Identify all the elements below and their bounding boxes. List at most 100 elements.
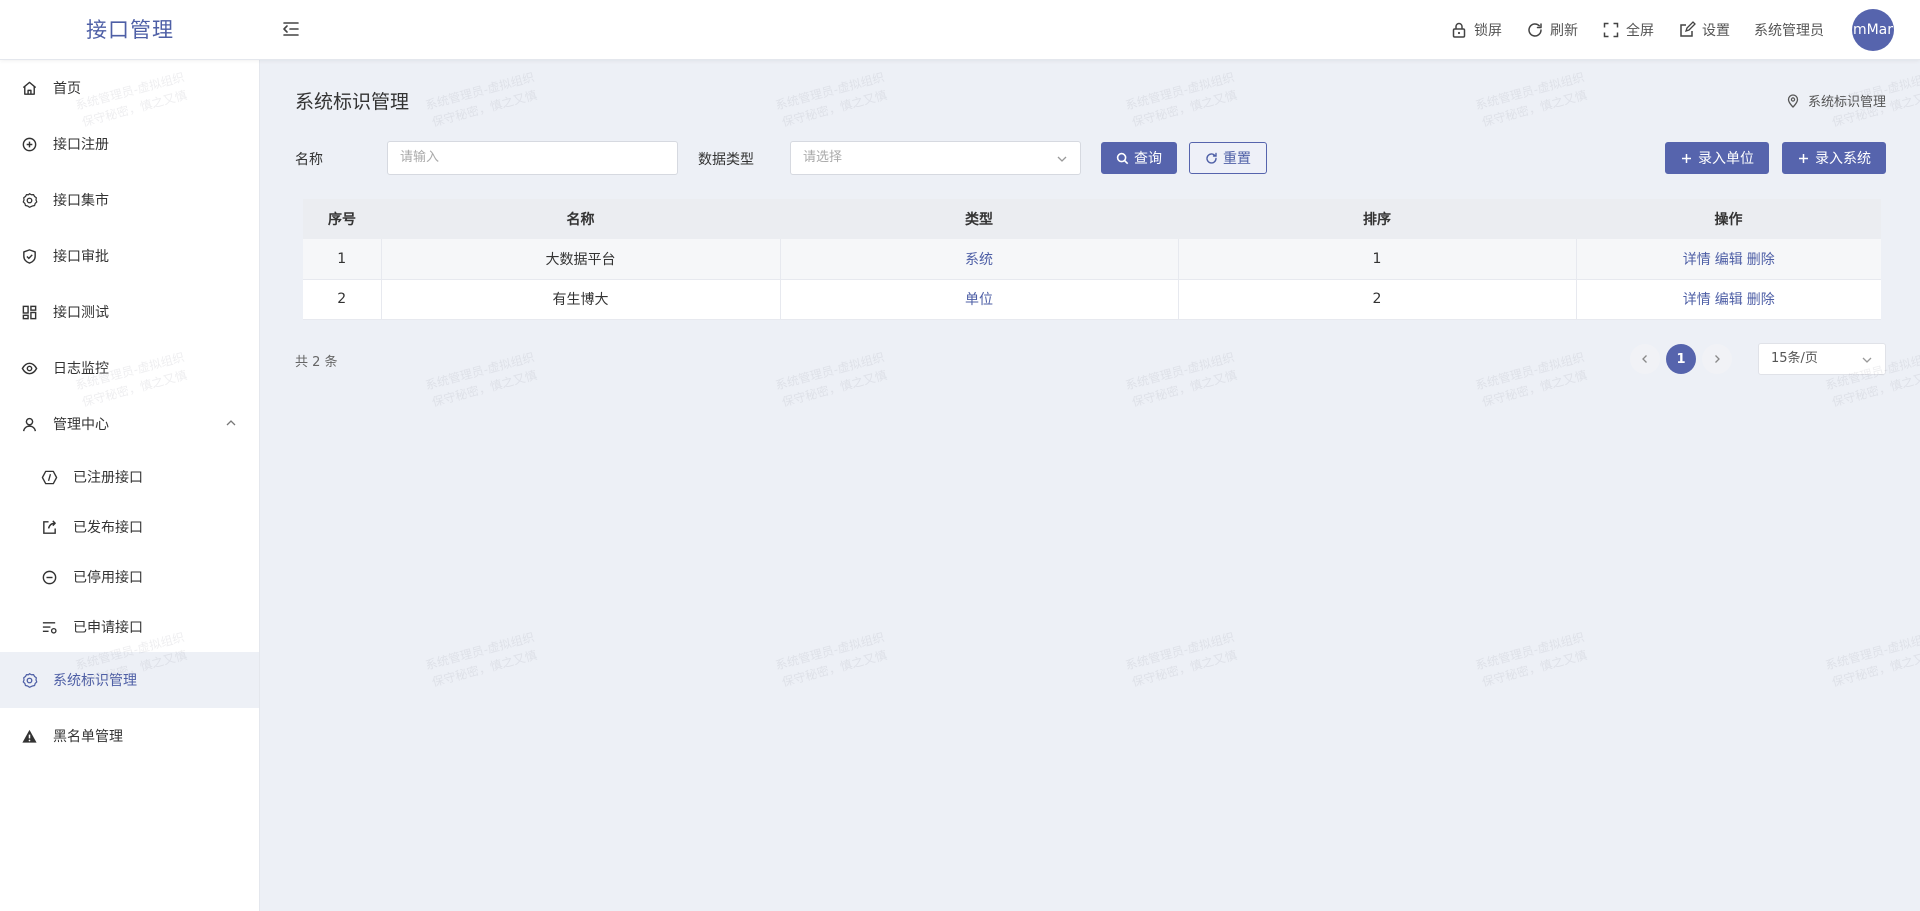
sidebar-subitem-disabled[interactable]: 已停用接口 — [0, 552, 259, 602]
table-row: 2 有生博大 单位 2 详情 编辑 删除 — [303, 279, 1881, 320]
table-row: 1 大数据平台 系统 1 详情 编辑 删除 — [303, 239, 1881, 280]
sidebar-item-label: 系统标识管理 — [53, 673, 137, 689]
warning-icon — [20, 727, 38, 745]
location-pin-icon — [1787, 93, 1799, 108]
sidebar-item-system-id[interactable]: 系统标识管理 — [0, 652, 259, 708]
sidebar-item-label: 管理中心 — [53, 417, 109, 433]
edit-link[interactable]: 编辑 — [1715, 252, 1743, 268]
refresh-icon — [1528, 23, 1542, 37]
column-header: 名称 — [381, 199, 780, 239]
row-type: 系统 — [780, 239, 1179, 280]
name-filter-label: 名称 — [295, 152, 323, 168]
delete-link[interactable]: 删除 — [1747, 252, 1775, 268]
reset-button[interactable]: 重置 — [1189, 142, 1267, 174]
type-select-placeholder: 请选择 — [803, 150, 843, 165]
page-size-value: 15条/页 — [1771, 351, 1818, 366]
fullscreen-button[interactable]: 全屏 — [1602, 20, 1654, 40]
sidebar-item-blacklist[interactable]: 黑名单管理 — [0, 708, 259, 764]
row-sort: 1 — [1178, 239, 1577, 280]
gear-icon — [20, 671, 38, 689]
avatar[interactable]: mMar — [1852, 9, 1894, 51]
eye-icon — [20, 359, 38, 377]
sidebar-subitem-registered[interactable]: 已注册接口 — [0, 452, 259, 502]
system-id-table: 序号 名称 类型 排序 操作 1 大数据平台 系统 1 详情 编辑 删除 2 有… — [303, 199, 1881, 320]
username-label: 系统管理员 — [1754, 23, 1824, 39]
page-size-select[interactable]: 15条/页 — [1758, 343, 1886, 375]
reset-button-label: 重置 — [1223, 151, 1251, 167]
sidebar-item-label: 接口审批 — [53, 249, 109, 265]
sidebar-subitem-label: 已停用接口 — [73, 570, 143, 586]
refresh-icon — [1206, 152, 1217, 164]
sidebar-item-label: 接口测试 — [53, 305, 109, 321]
sidebar-subitem-applied[interactable]: 已申请接口 — [0, 602, 259, 652]
sidebar-item-approval[interactable]: 接口审批 — [0, 228, 259, 284]
name-search-input[interactable] — [400, 142, 677, 173]
column-header: 排序 — [1178, 199, 1576, 239]
sidebar-item-market[interactable]: 接口集市 — [0, 172, 259, 228]
type-filter-label: 数据类型 — [698, 152, 754, 168]
plus-icon — [1682, 153, 1691, 163]
row-index: 2 — [303, 279, 382, 320]
username-menu[interactable]: 系统管理员 — [1754, 20, 1824, 40]
filter-bar: 名称 数据类型 请选择 查询 重置 录入单位 录入系统 — [295, 141, 1889, 175]
gear-icon — [20, 191, 38, 209]
main-content: 系统标识管理 系统标识管理 名称 数据类型 请选择 查询 重置 录入单位 录入系… — [261, 61, 1920, 911]
page-title: 系统标识管理 — [295, 91, 410, 113]
detail-link[interactable]: 详情 — [1683, 292, 1711, 308]
type-select[interactable]: 请选择 — [790, 141, 1081, 175]
header-toolbar: 锁屏 刷新 全屏 设置 系统管理员 mMar — [1450, 0, 1894, 60]
edit-icon — [1680, 21, 1696, 37]
add-system-button[interactable]: 录入系统 — [1782, 142, 1886, 174]
delete-link[interactable]: 删除 — [1747, 292, 1775, 308]
refresh-label: 刷新 — [1550, 23, 1578, 39]
chevron-up-icon — [226, 420, 236, 426]
fullscreen-icon — [1603, 22, 1619, 38]
page-number-current[interactable]: 1 — [1666, 344, 1696, 374]
sidebar: 首页 接口注册 接口集市 接口审批 接口测试 日志监控 管理中心 已注册接口 已… — [0, 60, 260, 911]
row-name: 大数据平台 — [381, 239, 781, 280]
sidebar-subitem-label: 已注册接口 — [73, 470, 143, 486]
breadcrumb: 系统标识管理 — [1786, 91, 1886, 110]
settings-label: 设置 — [1702, 23, 1730, 39]
column-header: 操作 — [1576, 199, 1881, 239]
row-index: 1 — [303, 239, 382, 280]
api-icon — [40, 468, 58, 486]
list-gear-icon — [40, 618, 58, 636]
settings-button[interactable]: 设置 — [1678, 20, 1730, 40]
sidebar-subitem-label: 已申请接口 — [73, 620, 143, 636]
name-filter-field — [387, 141, 678, 175]
prev-page-button[interactable] — [1630, 344, 1660, 374]
dashboard-grid-icon — [20, 303, 38, 321]
chevron-down-icon — [1057, 156, 1067, 162]
search-button[interactable]: 查询 — [1101, 142, 1177, 174]
minus-circle-icon — [40, 568, 58, 586]
refresh-button[interactable]: 刷新 — [1526, 20, 1578, 40]
search-button-label: 查询 — [1134, 151, 1162, 167]
share-out-icon — [40, 518, 58, 536]
top-header: 接口管理 锁屏 刷新 全屏 设置 系统管理员 mMar — [0, 0, 1920, 60]
fullscreen-label: 全屏 — [1626, 23, 1654, 39]
sidebar-item-admin-center[interactable]: 管理中心 — [0, 396, 259, 452]
add-unit-button[interactable]: 录入单位 — [1665, 142, 1769, 174]
shield-check-icon — [20, 247, 38, 265]
detail-link[interactable]: 详情 — [1683, 252, 1711, 268]
chevron-right-icon — [1715, 355, 1720, 363]
sidebar-item-label: 接口注册 — [53, 137, 109, 153]
sidebar-subitem-label: 已发布接口 — [73, 520, 143, 536]
sidebar-item-home[interactable]: 首页 — [0, 60, 259, 116]
sidebar-subitem-published[interactable]: 已发布接口 — [0, 502, 259, 552]
menu-collapse-icon[interactable] — [280, 18, 302, 40]
chevron-left-icon — [1642, 355, 1647, 363]
edit-link[interactable]: 编辑 — [1715, 292, 1743, 308]
user-icon — [20, 415, 38, 433]
pagination: 1 15条/页 — [1630, 343, 1886, 375]
search-icon — [1116, 152, 1129, 164]
sidebar-item-log[interactable]: 日志监控 — [0, 340, 259, 396]
sidebar-item-label: 首页 — [53, 81, 81, 97]
next-page-button[interactable] — [1702, 344, 1732, 374]
table-header-row: 序号 名称 类型 排序 操作 — [303, 199, 1881, 239]
sidebar-item-test[interactable]: 接口测试 — [0, 284, 259, 340]
lock-screen-button[interactable]: 锁屏 — [1450, 20, 1502, 40]
sidebar-item-register[interactable]: 接口注册 — [0, 116, 259, 172]
row-actions: 详情 编辑 删除 — [1576, 279, 1881, 320]
